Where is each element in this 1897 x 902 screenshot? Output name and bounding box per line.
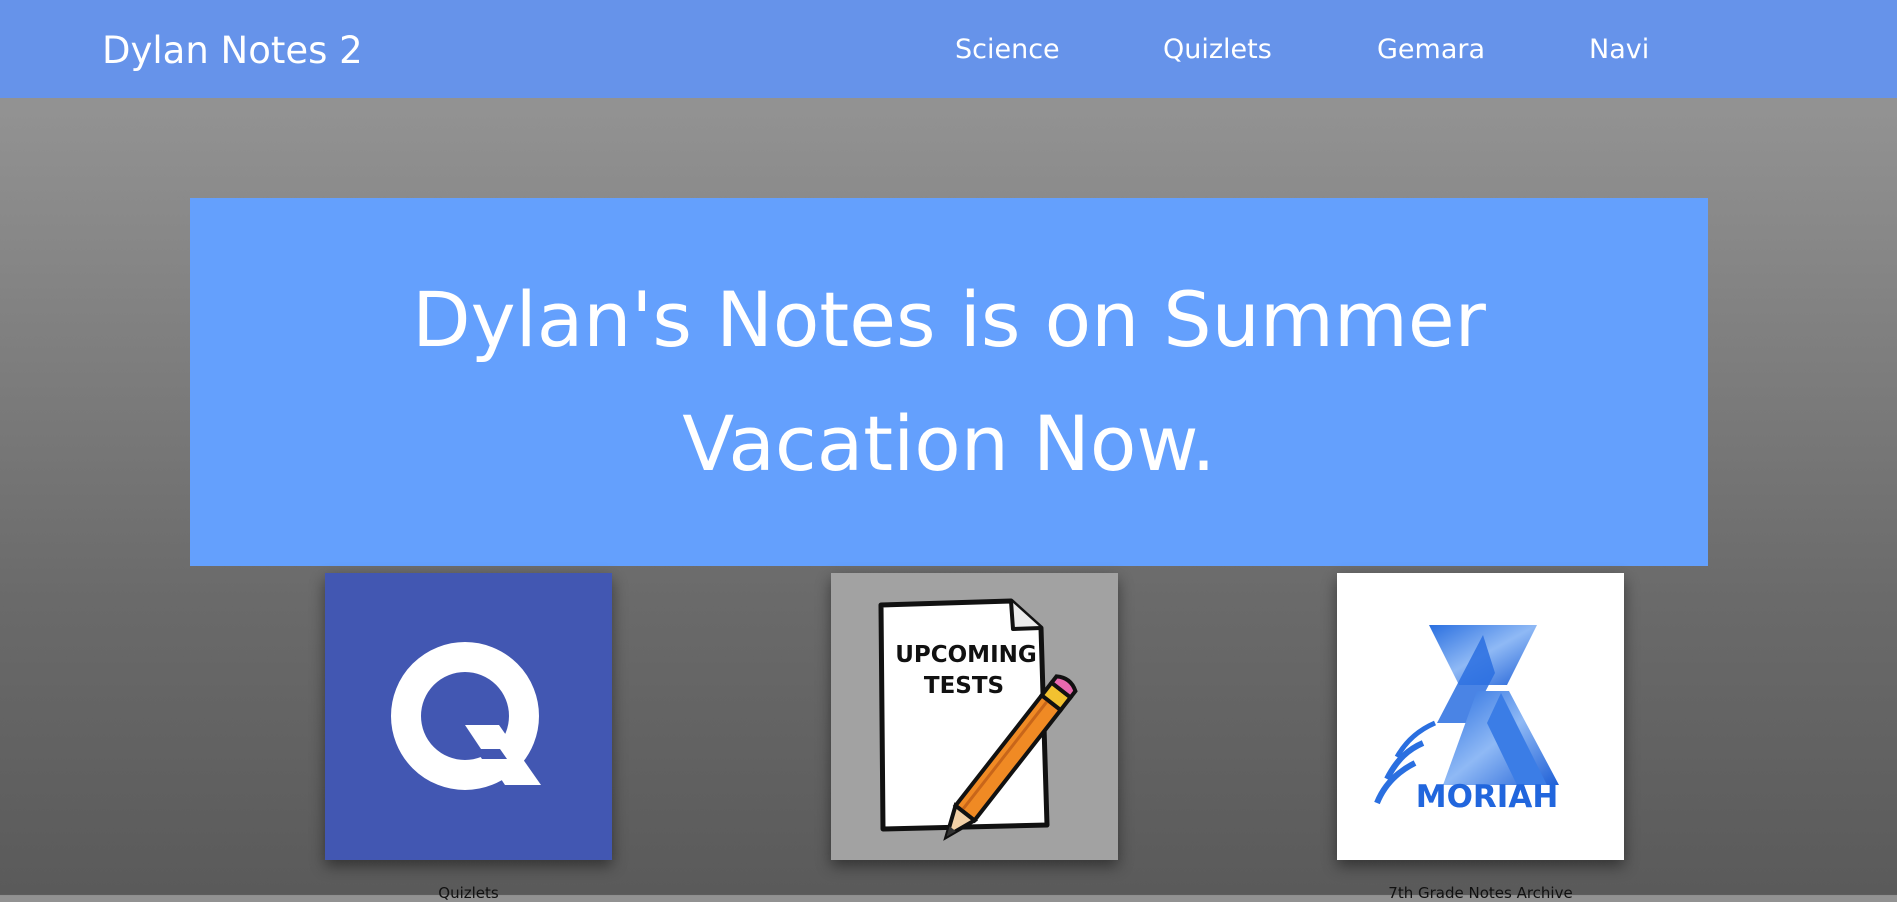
moriah-wordmark: MORIAH [1416,779,1559,815]
quizlet-logo-icon [325,573,612,860]
vacation-banner: Dylan's Notes is on Summer Vacation Now. [190,198,1708,566]
site-title[interactable]: Dylan Notes 2 [102,30,363,72]
quizlet-tile[interactable] [325,573,612,860]
quizlet-caption[interactable]: Quizlets [325,884,612,902]
nav-link-gemara[interactable]: Gemara [1377,34,1485,66]
moriah-logo-icon: MORIAH [1337,573,1624,860]
moriah-caption[interactable]: 7th Grade Notes Archive [1337,884,1624,902]
top-navbar: Dylan Notes 2 Science Quizlets Gemara Na… [0,0,1897,98]
banner-heading: Dylan's Notes is on Summer Vacation Now. [412,275,1486,488]
moriah-tile[interactable]: MORIAH [1337,573,1624,860]
tests-text: TESTS [924,673,1004,699]
upcoming-tests-tile[interactable]: UPCOMING TESTS [831,573,1118,860]
nav-link-science[interactable]: Science [955,34,1060,66]
upcoming-text: UPCOMING [895,642,1037,668]
nav-link-quizlets[interactable]: Quizlets [1163,34,1272,66]
upcoming-tests-icon: UPCOMING TESTS [831,573,1118,860]
nav-link-navi[interactable]: Navi [1589,34,1649,66]
